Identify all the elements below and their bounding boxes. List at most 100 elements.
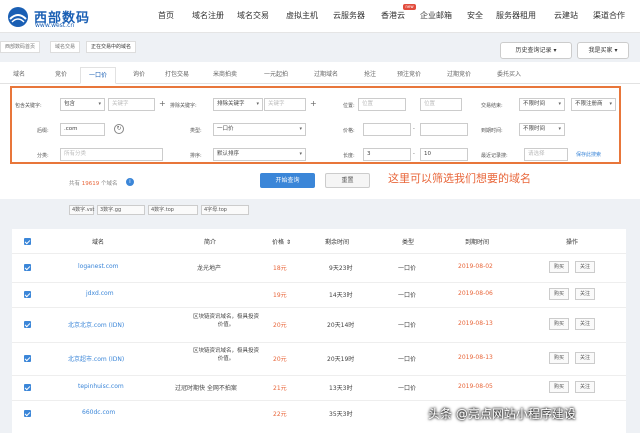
tab-one-yuan[interactable]: 一元起拍 xyxy=(264,69,288,78)
logo[interactable]: 西部数码 www.west.cn xyxy=(6,5,156,29)
nav-security[interactable]: 安全 xyxy=(467,10,483,21)
exclude-keyword-input[interactable]: 关键字 xyxy=(264,98,306,111)
registrar-value: 不限注册商 xyxy=(575,101,603,107)
chevron-down-icon: ▾ xyxy=(614,47,618,54)
tab-domain[interactable]: 域名 xyxy=(13,69,25,78)
length-max-input[interactable]: 10 xyxy=(420,148,468,161)
buy-button[interactable]: 购买 xyxy=(549,288,569,300)
nav-hk-cloud[interactable]: 香港云 xyxy=(381,10,405,21)
type-select[interactable]: 一口价 ▾ xyxy=(213,123,306,136)
contains-keyword-input[interactable]: 关键字 xyxy=(108,98,155,111)
nav-email[interactable]: 企业邮箱 xyxy=(420,10,452,21)
suffix-input[interactable]: .com xyxy=(60,123,105,136)
row-checkbox[interactable] xyxy=(24,384,31,391)
tab-bundle[interactable]: 打包交易 xyxy=(165,69,189,78)
nav-partners[interactable]: 渠道合作 xyxy=(593,10,625,21)
tag-filter[interactable]: 4数字.top xyxy=(148,205,198,215)
domain-link[interactable]: loganest.com xyxy=(78,263,119,270)
trade-end-select[interactable]: 不限时间 ▾ xyxy=(519,98,565,111)
search-button[interactable]: 开始查询 xyxy=(260,173,315,188)
tag-filter[interactable]: 3数字.gg xyxy=(97,205,145,215)
recent-search-select[interactable]: 请选择 xyxy=(524,148,568,161)
domain-link[interactable]: 660dc.com xyxy=(82,409,115,416)
breadcrumb-trade[interactable]: 域名交易 xyxy=(50,41,81,53)
remaining-time: 20天14时 xyxy=(327,322,355,329)
tab-auction[interactable]: 竞价 xyxy=(55,69,67,78)
tab-pre-bid[interactable]: 预注竞价 xyxy=(397,69,421,78)
length-min-input[interactable]: 3 xyxy=(363,148,411,161)
tag-filter[interactable]: 4数字.vst xyxy=(69,205,94,215)
follow-button[interactable]: 关注 xyxy=(575,352,595,364)
registrar-select[interactable]: 不限注册商 ▾ xyxy=(571,98,616,111)
nav-site-builder[interactable]: 云建站 xyxy=(554,10,578,21)
nav-domain-register[interactable]: 域名注册 xyxy=(192,10,224,21)
position-input[interactable]: 位置 xyxy=(358,98,406,111)
follow-button[interactable]: 关注 xyxy=(575,261,595,273)
buy-button[interactable]: 购买 xyxy=(549,261,569,273)
select-all-checkbox[interactable] xyxy=(24,238,31,245)
buy-button[interactable]: 购买 xyxy=(549,352,569,364)
price-min-input[interactable] xyxy=(363,123,411,136)
nav-cloud-server[interactable]: 云服务器 xyxy=(333,10,365,21)
history-search-button[interactable]: 历史查询记录 ▾ xyxy=(500,42,572,59)
sort-select[interactable]: 默认排序 ▾ xyxy=(213,148,306,161)
nav-hosting[interactable]: 虚拟主机 xyxy=(286,10,318,21)
contains-keyword-mode-value: 包含 xyxy=(64,101,76,107)
breadcrumb-current: 正在交易中的域名 xyxy=(86,41,137,53)
header-price[interactable]: 价格 ⇕ xyxy=(272,237,291,246)
follow-button[interactable]: 关注 xyxy=(575,381,595,393)
expire-date: 2019-08-13 xyxy=(458,354,493,361)
follow-button[interactable]: 关注 xyxy=(575,318,595,330)
domain-intro: 区块链资讯域名，极具投资价值。 xyxy=(192,314,259,328)
exclude-keyword-mode-select[interactable]: 排除关键字 ▾ xyxy=(213,98,263,111)
type-label: 类型: xyxy=(190,128,202,134)
buy-button[interactable]: 购买 xyxy=(549,381,569,393)
sort-value: 默认排序 xyxy=(217,151,240,157)
domain-link[interactable]: 北京超市.com (IDN) xyxy=(68,354,124,363)
row-checkbox[interactable] xyxy=(24,355,31,362)
category-select[interactable]: 所有分类 xyxy=(60,148,163,161)
suffix-search-icon[interactable]: ↻ xyxy=(114,124,124,134)
reset-button[interactable]: 重置 xyxy=(325,173,370,188)
save-search-link[interactable]: 保存此搜索 xyxy=(576,151,601,158)
buy-button[interactable]: 购买 xyxy=(549,318,569,330)
row-checkbox[interactable] xyxy=(24,291,31,298)
buyer-role-label: 我是买家 xyxy=(588,47,613,54)
trade-tabs: 域名 竞价 一口价 询价 打包交易 米商拍卖 一元起拍 过期域名 抢注 预注竞价… xyxy=(0,62,640,84)
domain-link[interactable]: tepinhuisc.com xyxy=(78,383,124,390)
add-keyword-icon[interactable]: + xyxy=(159,99,166,108)
nav-home[interactable]: 首页 xyxy=(158,10,174,21)
remaining-time: 9天23时 xyxy=(329,265,353,272)
annotation-text: 这里可以筛选我们想要的域名 xyxy=(388,172,531,185)
info-icon[interactable]: i xyxy=(126,178,134,186)
tab-mishang-auction[interactable]: 米商拍卖 xyxy=(213,69,237,78)
row-checkbox[interactable] xyxy=(24,410,31,417)
tab-expired[interactable]: 过期域名 xyxy=(314,69,338,78)
tab-snap[interactable]: 抢注 xyxy=(364,69,376,78)
tab-entrust-buy[interactable]: 委托买入 xyxy=(497,69,521,78)
trade-type: 一口价 xyxy=(398,385,417,392)
breadcrumb-home[interactable]: 西部数码首页 xyxy=(0,41,41,53)
watermark: 头条 @亮点网站小程序建设 xyxy=(428,407,576,421)
price-max-input[interactable] xyxy=(420,123,468,136)
expire-select[interactable]: 不限时间 ▾ xyxy=(519,123,565,136)
domain-link[interactable]: jdxd.com xyxy=(86,290,114,297)
chevron-down-icon: ▾ xyxy=(98,101,101,107)
follow-button[interactable]: 关注 xyxy=(575,288,595,300)
tab-expired-bid[interactable]: 过期竞价 xyxy=(447,69,471,78)
position-label: 位置: xyxy=(343,103,355,109)
row-checkbox[interactable] xyxy=(24,264,31,271)
type-value: 一口价 xyxy=(217,126,234,132)
nav-server-rental[interactable]: 服务器租用 xyxy=(496,10,536,21)
row-checkbox[interactable] xyxy=(24,321,31,328)
contains-keyword-mode-select[interactable]: 包含 ▾ xyxy=(60,98,105,111)
nav-domain-trade[interactable]: 域名交易 xyxy=(237,10,269,21)
domain-link[interactable]: 北京北京.com (IDN) xyxy=(68,320,124,329)
trade-type: 一口价 xyxy=(398,265,417,272)
tab-inquiry[interactable]: 询价 xyxy=(133,69,145,78)
tab-fixed-price[interactable]: 一口价 xyxy=(80,67,117,84)
position-input-2[interactable]: 位置 xyxy=(420,98,462,111)
add-exclude-keyword-icon[interactable]: + xyxy=(310,99,317,108)
buyer-role-button[interactable]: 我是买家 ▾ xyxy=(577,42,629,59)
tag-filter[interactable]: 4字母.top xyxy=(201,205,249,215)
